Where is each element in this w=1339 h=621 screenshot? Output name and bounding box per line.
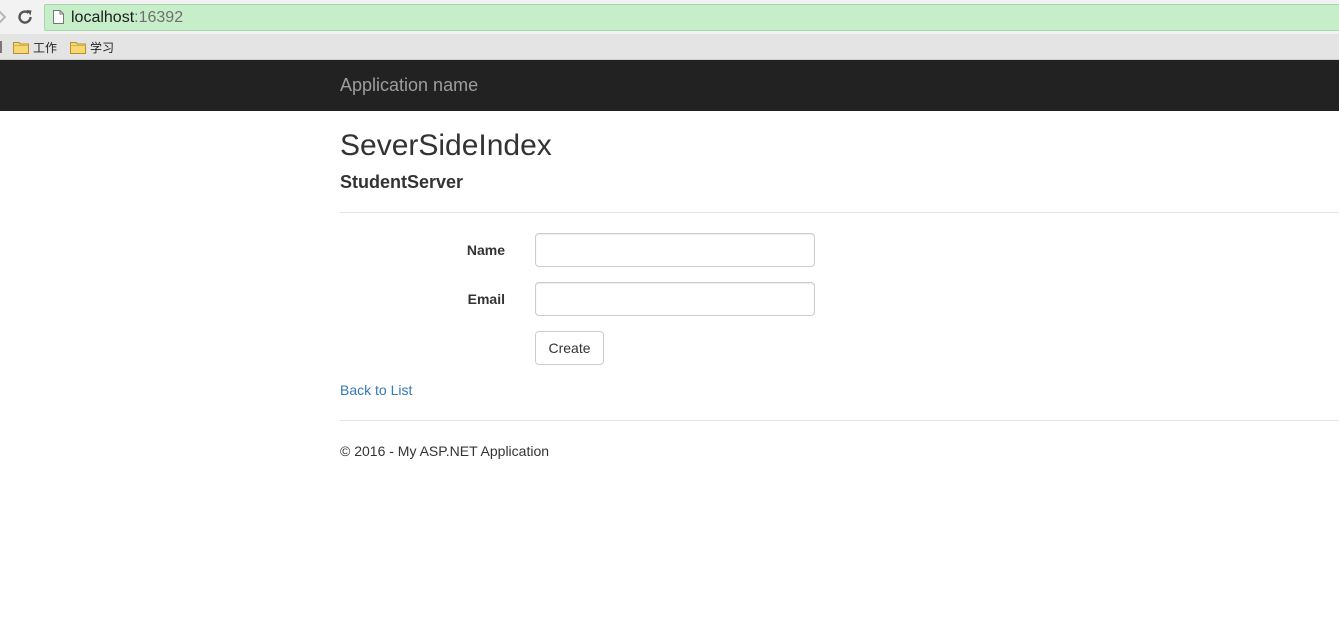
- bookmark-label: 工作: [33, 40, 58, 55]
- app-navbar: Application name: [0, 60, 1339, 111]
- forward-icon[interactable]: [0, 10, 6, 24]
- brand-link[interactable]: Application name: [340, 75, 478, 95]
- url-text: localhost:16392: [71, 9, 183, 27]
- bookmark-folder-work[interactable]: 工作: [13, 38, 57, 56]
- url-host: localhost: [71, 9, 135, 26]
- email-label: Email: [467, 291, 505, 307]
- page-title: SeverSideIndex: [340, 129, 552, 162]
- bookmark-edge-icon: [0, 41, 2, 53]
- footer-divider: [340, 420, 1339, 421]
- email-input[interactable]: [535, 282, 815, 316]
- page-icon: [53, 10, 64, 24]
- bookmarks-bar: 工作 学习: [0, 34, 1339, 60]
- reload-icon[interactable]: [16, 8, 34, 26]
- divider: [340, 212, 1339, 213]
- browser-toolbar: localhost:16392: [0, 0, 1339, 34]
- folder-icon: [70, 41, 86, 54]
- name-input[interactable]: [535, 233, 815, 267]
- page-subtitle: StudentServer: [340, 172, 464, 192]
- create-button[interactable]: Create: [535, 331, 604, 365]
- address-bar[interactable]: localhost:16392: [44, 4, 1339, 31]
- bookmark-label: 学习: [90, 40, 115, 55]
- bookmark-folder-study[interactable]: 学习: [70, 38, 114, 56]
- url-port: :16392: [134, 9, 184, 26]
- footer-text: © 2016 - My ASP.NET Application: [340, 443, 550, 459]
- name-label: Name: [466, 242, 505, 258]
- back-to-list-link[interactable]: Back to List: [340, 381, 412, 399]
- folder-icon: [13, 41, 29, 54]
